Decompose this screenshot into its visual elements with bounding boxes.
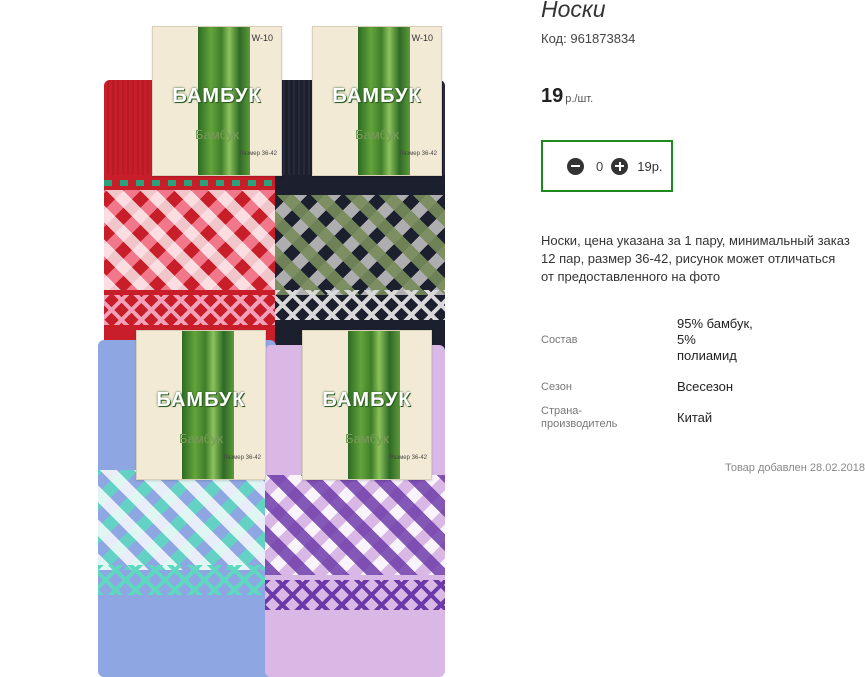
label-brand: БАМБУК: [322, 389, 412, 411]
product-description: Носки, цена указана за 1 пару, минимальн…: [541, 233, 850, 284]
property-value: Всесезон: [677, 379, 734, 394]
label-size: Размер 36-42: [239, 151, 277, 157]
plus-icon: [615, 161, 625, 171]
product-code: Код: 961873834: [541, 31, 635, 46]
label-brand: БАМБУК: [172, 85, 262, 107]
quantity-sum: 19р.: [637, 158, 663, 174]
property-key: Страна-производитель: [541, 405, 618, 430]
property-row: Сезон Всесезон: [541, 373, 757, 401]
product-properties: Состав 95% бамбук, 5% полиамид Сезон Все…: [541, 307, 757, 435]
product-code-label: Код:: [541, 31, 567, 46]
label-sub: Бамбук: [345, 431, 389, 446]
price-unit: р./шт.: [565, 93, 594, 105]
label-sub: Бамбук: [355, 127, 399, 142]
quantity-selector: 0 19р.: [541, 140, 673, 192]
label-code: W-10: [411, 33, 433, 43]
property-key: Сезон: [541, 380, 572, 393]
label-size: Размер 36-42: [399, 151, 437, 157]
quantity-value[interactable]: 0: [596, 159, 603, 174]
price-value: 19: [541, 85, 564, 107]
property-row: Состав 95% бамбук, 5% полиамид: [541, 307, 757, 373]
minus-icon: [571, 165, 580, 167]
property-value: 95% бамбук, 5% полиамид: [677, 316, 753, 363]
sock-label: БАМБУК Бамбук Размер 36-42: [302, 330, 432, 480]
label-brand: БАМБУК: [332, 85, 422, 107]
property-value: Китай: [677, 410, 713, 425]
label-size: Размер 36-42: [389, 455, 427, 461]
product-photo[interactable]: БАМБУК W-10 Бамбук Размер 36-42 БАМБУК W…: [60, 0, 480, 677]
product-code-value: 961873834: [570, 31, 636, 46]
sock-label: БАМБУК Бамбук Размер 36-42: [136, 330, 266, 480]
label-code: W-10: [251, 33, 273, 43]
label-size: Размер 36-42: [223, 455, 261, 461]
added-date: Товар добавлен 28.02.2018: [724, 462, 865, 474]
property-key: Состав: [541, 333, 578, 346]
decrease-quantity-button[interactable]: [567, 157, 584, 175]
increase-quantity-button[interactable]: [611, 157, 629, 175]
label-brand: БАМБУК: [156, 389, 246, 411]
product-price: 19 р./шт.: [541, 85, 593, 108]
product-title: Носки: [541, 0, 606, 22]
label-sub: Бамбук: [195, 127, 239, 142]
label-sub: Бамбук: [179, 431, 223, 446]
sock-label: БАМБУК W-10 Бамбук Размер 36-42: [312, 26, 442, 176]
sock-label: БАМБУК W-10 Бамбук Размер 36-42: [152, 26, 282, 176]
property-row: Страна-производитель Китай: [541, 401, 757, 435]
